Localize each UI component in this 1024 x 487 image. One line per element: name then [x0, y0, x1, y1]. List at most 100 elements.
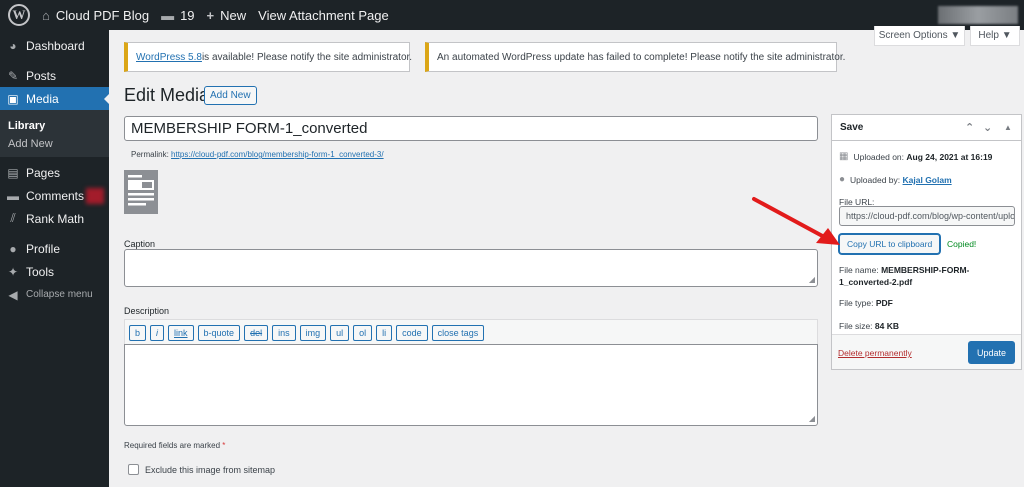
sidebar-item-media[interactable]: ▣ Media [0, 87, 110, 110]
file-name-cont: 1_converted-2.pdf [839, 277, 913, 287]
qt-link-button[interactable]: link [168, 324, 194, 341]
wrench-icon: ✦ [7, 264, 19, 279]
dashboard-icon: ◕ [9, 38, 17, 53]
view-attachment-link[interactable]: View Attachment Page [252, 0, 395, 30]
caption-label: Caption [124, 239, 156, 249]
qt-bold-button[interactable]: b [129, 324, 147, 341]
qt-img-button[interactable]: img [299, 324, 327, 341]
home-icon: ⌂ [42, 7, 50, 23]
qt-ins-button[interactable]: ins [272, 324, 296, 341]
qt-code-button[interactable]: code [396, 324, 428, 341]
caption-textarea[interactable]: ◢ [124, 249, 818, 287]
sidebar-item-label: Pages [26, 165, 61, 180]
annotation-arrow-icon [748, 195, 843, 253]
copy-url-button[interactable]: Copy URL to clipboard [839, 234, 941, 254]
save-heading: Save [840, 122, 864, 133]
media-submenu: Library Add New [0, 110, 109, 157]
resize-handle-icon[interactable]: ◢ [809, 414, 815, 423]
comments-count: 19 [180, 7, 195, 23]
qt-blockquote-button[interactable]: b-quote [197, 324, 241, 341]
permalink-url[interactable]: https://cloud-pdf.com/blog/membership-fo… [171, 150, 384, 159]
file-size-row: File size: 84 KB [839, 321, 900, 331]
new-label: New [220, 7, 247, 23]
comments-count-badge [86, 187, 105, 204]
calendar-icon: ▦ [839, 151, 849, 162]
pushpin-icon: ✎ [7, 68, 19, 83]
submenu-item-add-new[interactable]: Add New [0, 135, 109, 153]
sidebar-item-label: Comments [26, 188, 85, 203]
pages-icon: ▤ [7, 165, 19, 180]
qt-ol-button[interactable]: ol [353, 324, 373, 341]
site-name-link[interactable]: ⌂ Cloud PDF Blog [36, 0, 155, 30]
uploader-link[interactable]: Kajal Golam [903, 175, 952, 185]
qt-del-button[interactable]: del [244, 324, 269, 341]
exclude-sitemap-label: Exclude this image from sitemap [145, 464, 276, 475]
help-button[interactable]: Help ▼ [970, 26, 1020, 46]
admin-bar: W ⌂ Cloud PDF Blog ▬ 19 + New View Attac… [0, 0, 1024, 30]
sidebar-item-dashboard[interactable]: ◕ Dashboard [0, 34, 109, 57]
quicktags-toolbar: b i link b-quote del ins img ul ol li co… [124, 319, 818, 345]
exclude-sitemap-checkbox[interactable] [128, 464, 139, 475]
exclude-sitemap-option: Exclude this image from sitemap [128, 464, 275, 475]
file-name-row: File name: MEMBERSHIP-FORM- [839, 265, 970, 275]
media-icon: ▣ [7, 91, 19, 106]
qt-li-button[interactable]: li [376, 324, 393, 341]
description-textarea[interactable]: ◢ [124, 344, 818, 426]
update-button[interactable]: Update [968, 341, 1015, 364]
sidebar-item-label: Profile [26, 241, 61, 256]
update-failed-notice: An automated WordPress update has failed… [425, 42, 845, 72]
screen-options-button[interactable]: Screen Options ▼ [874, 26, 965, 46]
required-fields-note: Required fields are marked * [124, 441, 226, 450]
add-new-button[interactable]: Add New [204, 86, 257, 105]
media-title-input[interactable]: MEMBERSHIP FORM-1_converted [124, 116, 818, 141]
wordpress-update-link[interactable]: WordPress 5.8 [136, 52, 202, 63]
view-attachment-label: View Attachment Page [258, 7, 389, 23]
delete-permanently-link[interactable]: Delete permanently [838, 348, 912, 358]
sidebar-item-pages[interactable]: ▤ Pages [0, 161, 109, 184]
comments-link[interactable]: ▬ 19 [155, 0, 200, 30]
comment-icon: ▬ [161, 7, 175, 23]
submenu-item-library[interactable]: Library [0, 117, 109, 135]
qt-ul-button[interactable]: ul [330, 324, 350, 341]
save-metabox-footer: Delete permanently Update [832, 334, 1021, 369]
permalink-label: Permalink: [131, 150, 169, 159]
wordpress-logo-icon: W [8, 4, 30, 26]
update-notice-text: is available! Please notify the site adm… [201, 51, 413, 63]
comment-icon: ▬ [7, 188, 19, 203]
sidebar-item-label: Rank Math [26, 211, 85, 226]
document-icon [124, 170, 158, 217]
qt-close-tags-button[interactable]: close tags [431, 324, 485, 341]
sidebar-item-posts[interactable]: ✎ Posts [0, 64, 109, 87]
update-failed-text: An automated WordPress update has failed… [437, 51, 846, 63]
copied-status: Copied! [947, 239, 977, 249]
page-title: Edit Media [124, 85, 210, 105]
collapse-icon: ◀ [8, 287, 18, 302]
move-up-icon[interactable]: ⌃ [965, 121, 974, 134]
wordpress-logo-menu[interactable]: W [0, 0, 36, 30]
new-content-link[interactable]: + New [201, 0, 253, 30]
move-down-icon[interactable]: ⌄ [983, 121, 992, 134]
plus-icon: + [206, 7, 215, 23]
uploaded-on-row: ▦ Uploaded on: Aug 24, 2021 at 16:19 [839, 151, 993, 162]
description-label: Description [124, 306, 170, 316]
qt-italic-button[interactable]: i [150, 324, 165, 341]
save-metabox-header: Save ⌃ ⌄ ▲ [832, 115, 1021, 141]
sidebar-item-tools[interactable]: ✦ Tools [0, 260, 109, 283]
file-url-field[interactable]: https://cloud-pdf.com/blog/wp-content/up… [839, 206, 1015, 226]
file-type-row: File type: PDF [839, 298, 893, 308]
site-name: Cloud PDF Blog [55, 7, 150, 23]
sidebar-item-profile[interactable]: ● Profile [0, 237, 109, 260]
save-metabox: Save ⌃ ⌄ ▲ ▦ Uploaded on: Aug 24, 2021 a… [831, 114, 1022, 370]
resize-handle-icon[interactable]: ◢ [809, 275, 815, 284]
sidebar-item-comments[interactable]: ▬ Comments [0, 184, 109, 207]
uploaded-by-row: ● Uploaded by: Kajal Golam [839, 174, 952, 185]
user-account-menu[interactable] [938, 6, 1018, 24]
chart-icon: ⫽ [10, 211, 16, 225]
toggle-panel-icon[interactable]: ▲ [1004, 123, 1012, 132]
user-icon: ● [839, 174, 846, 185]
sidebar-item-label: Media [26, 91, 59, 106]
sidebar-item-rank-math[interactable]: ⫽ Rank Math [0, 207, 109, 230]
sidebar-item-label: Tools [26, 264, 55, 279]
collapse-menu-button[interactable]: ◀ Collapse menu [0, 283, 109, 306]
sidebar-item-label: Posts [26, 68, 57, 83]
